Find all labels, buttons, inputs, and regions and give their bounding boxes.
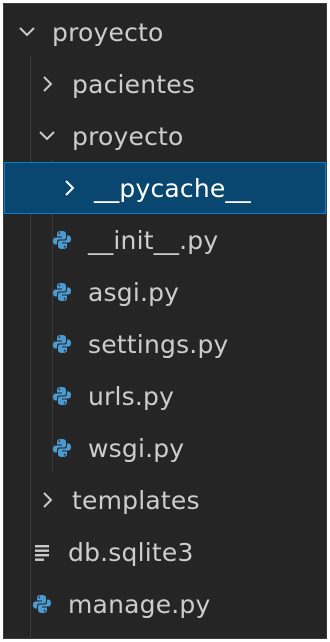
- file-explorer-tree: proyecto pacientes proyecto __pycache__: [3, 3, 327, 639]
- folder-row-proyecto[interactable]: proyecto: [4, 110, 326, 162]
- folder-label: proyecto: [72, 121, 184, 151]
- python-icon: [50, 384, 74, 408]
- file-label: settings.py: [88, 329, 229, 359]
- chevron-down-icon: [14, 19, 40, 45]
- file-row-db-sqlite3[interactable]: db.sqlite3: [4, 526, 326, 578]
- file-row-manage-py[interactable]: manage.py: [4, 578, 326, 630]
- python-icon: [50, 280, 74, 304]
- database-file-icon: [30, 540, 54, 564]
- file-label: manage.py: [68, 589, 211, 619]
- file-row-init-py[interactable]: __init__.py: [4, 214, 326, 266]
- file-label: db.sqlite3: [68, 537, 194, 567]
- file-row-urls-py[interactable]: urls.py: [4, 370, 326, 422]
- file-label: wsgi.py: [88, 433, 185, 463]
- python-icon: [50, 332, 74, 356]
- file-row-asgi-py[interactable]: asgi.py: [4, 266, 326, 318]
- folder-row-proyecto-root[interactable]: proyecto: [4, 6, 326, 58]
- chevron-right-icon: [34, 71, 60, 97]
- folder-row-templates[interactable]: templates: [4, 474, 326, 526]
- folder-row-pycache[interactable]: __pycache__: [4, 162, 326, 214]
- file-label: asgi.py: [88, 277, 180, 307]
- file-row-settings-py[interactable]: settings.py: [4, 318, 326, 370]
- folder-label: proyecto: [52, 17, 164, 47]
- file-row-wsgi-py[interactable]: wsgi.py: [4, 422, 326, 474]
- file-label: urls.py: [88, 381, 175, 411]
- python-icon: [50, 228, 74, 252]
- folder-label: templates: [72, 485, 200, 515]
- python-icon: [50, 436, 74, 460]
- python-icon: [30, 592, 54, 616]
- chevron-down-icon: [34, 123, 60, 149]
- folder-label: __pycache__: [94, 173, 251, 203]
- folder-label: pacientes: [72, 69, 196, 99]
- folder-row-pacientes[interactable]: pacientes: [4, 58, 326, 110]
- chevron-right-icon: [34, 487, 60, 513]
- chevron-right-icon: [56, 175, 82, 201]
- file-label: __init__.py: [88, 225, 219, 255]
